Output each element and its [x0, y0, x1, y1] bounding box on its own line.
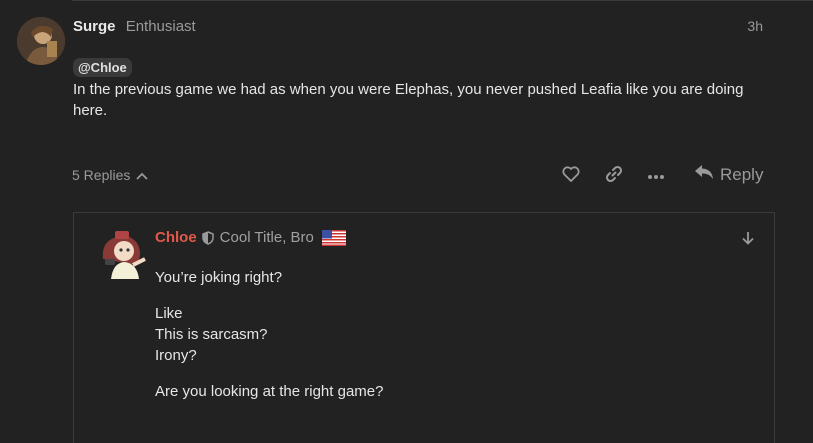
- link-icon: [605, 165, 623, 188]
- reply-line: Irony?: [155, 347, 197, 364]
- post-header: Surge Enthusiast: [73, 18, 196, 35]
- reply-arrow-icon: [694, 164, 714, 185]
- copy-link-button[interactable]: [602, 164, 626, 188]
- reply-line: Like: [155, 305, 183, 322]
- reply-line: Are you looking at the right game?: [155, 383, 384, 400]
- shield-icon: [201, 230, 214, 245]
- post-user-title: Enthusiast: [125, 18, 196, 35]
- post-body: In the previous game we had as when you …: [73, 81, 744, 119]
- arrow-down-icon[interactable]: [742, 231, 754, 250]
- replies-count: 5 Replies: [72, 167, 131, 183]
- reply-username[interactable]: Chloe: [155, 229, 197, 246]
- replies-toggle[interactable]: 5 Replies: [72, 167, 149, 183]
- more-button[interactable]: [644, 164, 668, 188]
- chevron-up-icon: [136, 167, 149, 183]
- mention-link[interactable]: @Chloe: [73, 58, 132, 77]
- post-divider: [72, 0, 813, 1]
- reply-button[interactable]: Reply: [694, 164, 763, 185]
- reply-button-label: Reply: [720, 164, 764, 184]
- post-date[interactable]: 3h: [747, 18, 763, 34]
- reply-body: You’re joking right? Like This is sarcas…: [155, 267, 715, 417]
- like-button[interactable]: [559, 164, 583, 188]
- reply-header: Chloe Cool Title, Bro: [155, 229, 346, 246]
- reply-line: You’re joking right?: [155, 269, 283, 286]
- chloe-avatar[interactable]: [97, 229, 151, 279]
- more-icon: [647, 167, 665, 185]
- heart-icon: [562, 165, 580, 187]
- reply-line: This is sarcasm?: [155, 326, 268, 343]
- surge-avatar[interactable]: [17, 17, 65, 65]
- reply-user-title: Cool Title, Bro: [219, 229, 314, 246]
- embedded-reply: Chloe Cool Title, Bro You’re joking righ…: [73, 212, 775, 443]
- post-username[interactable]: Surge: [73, 18, 116, 35]
- us-flag-icon: [321, 229, 346, 246]
